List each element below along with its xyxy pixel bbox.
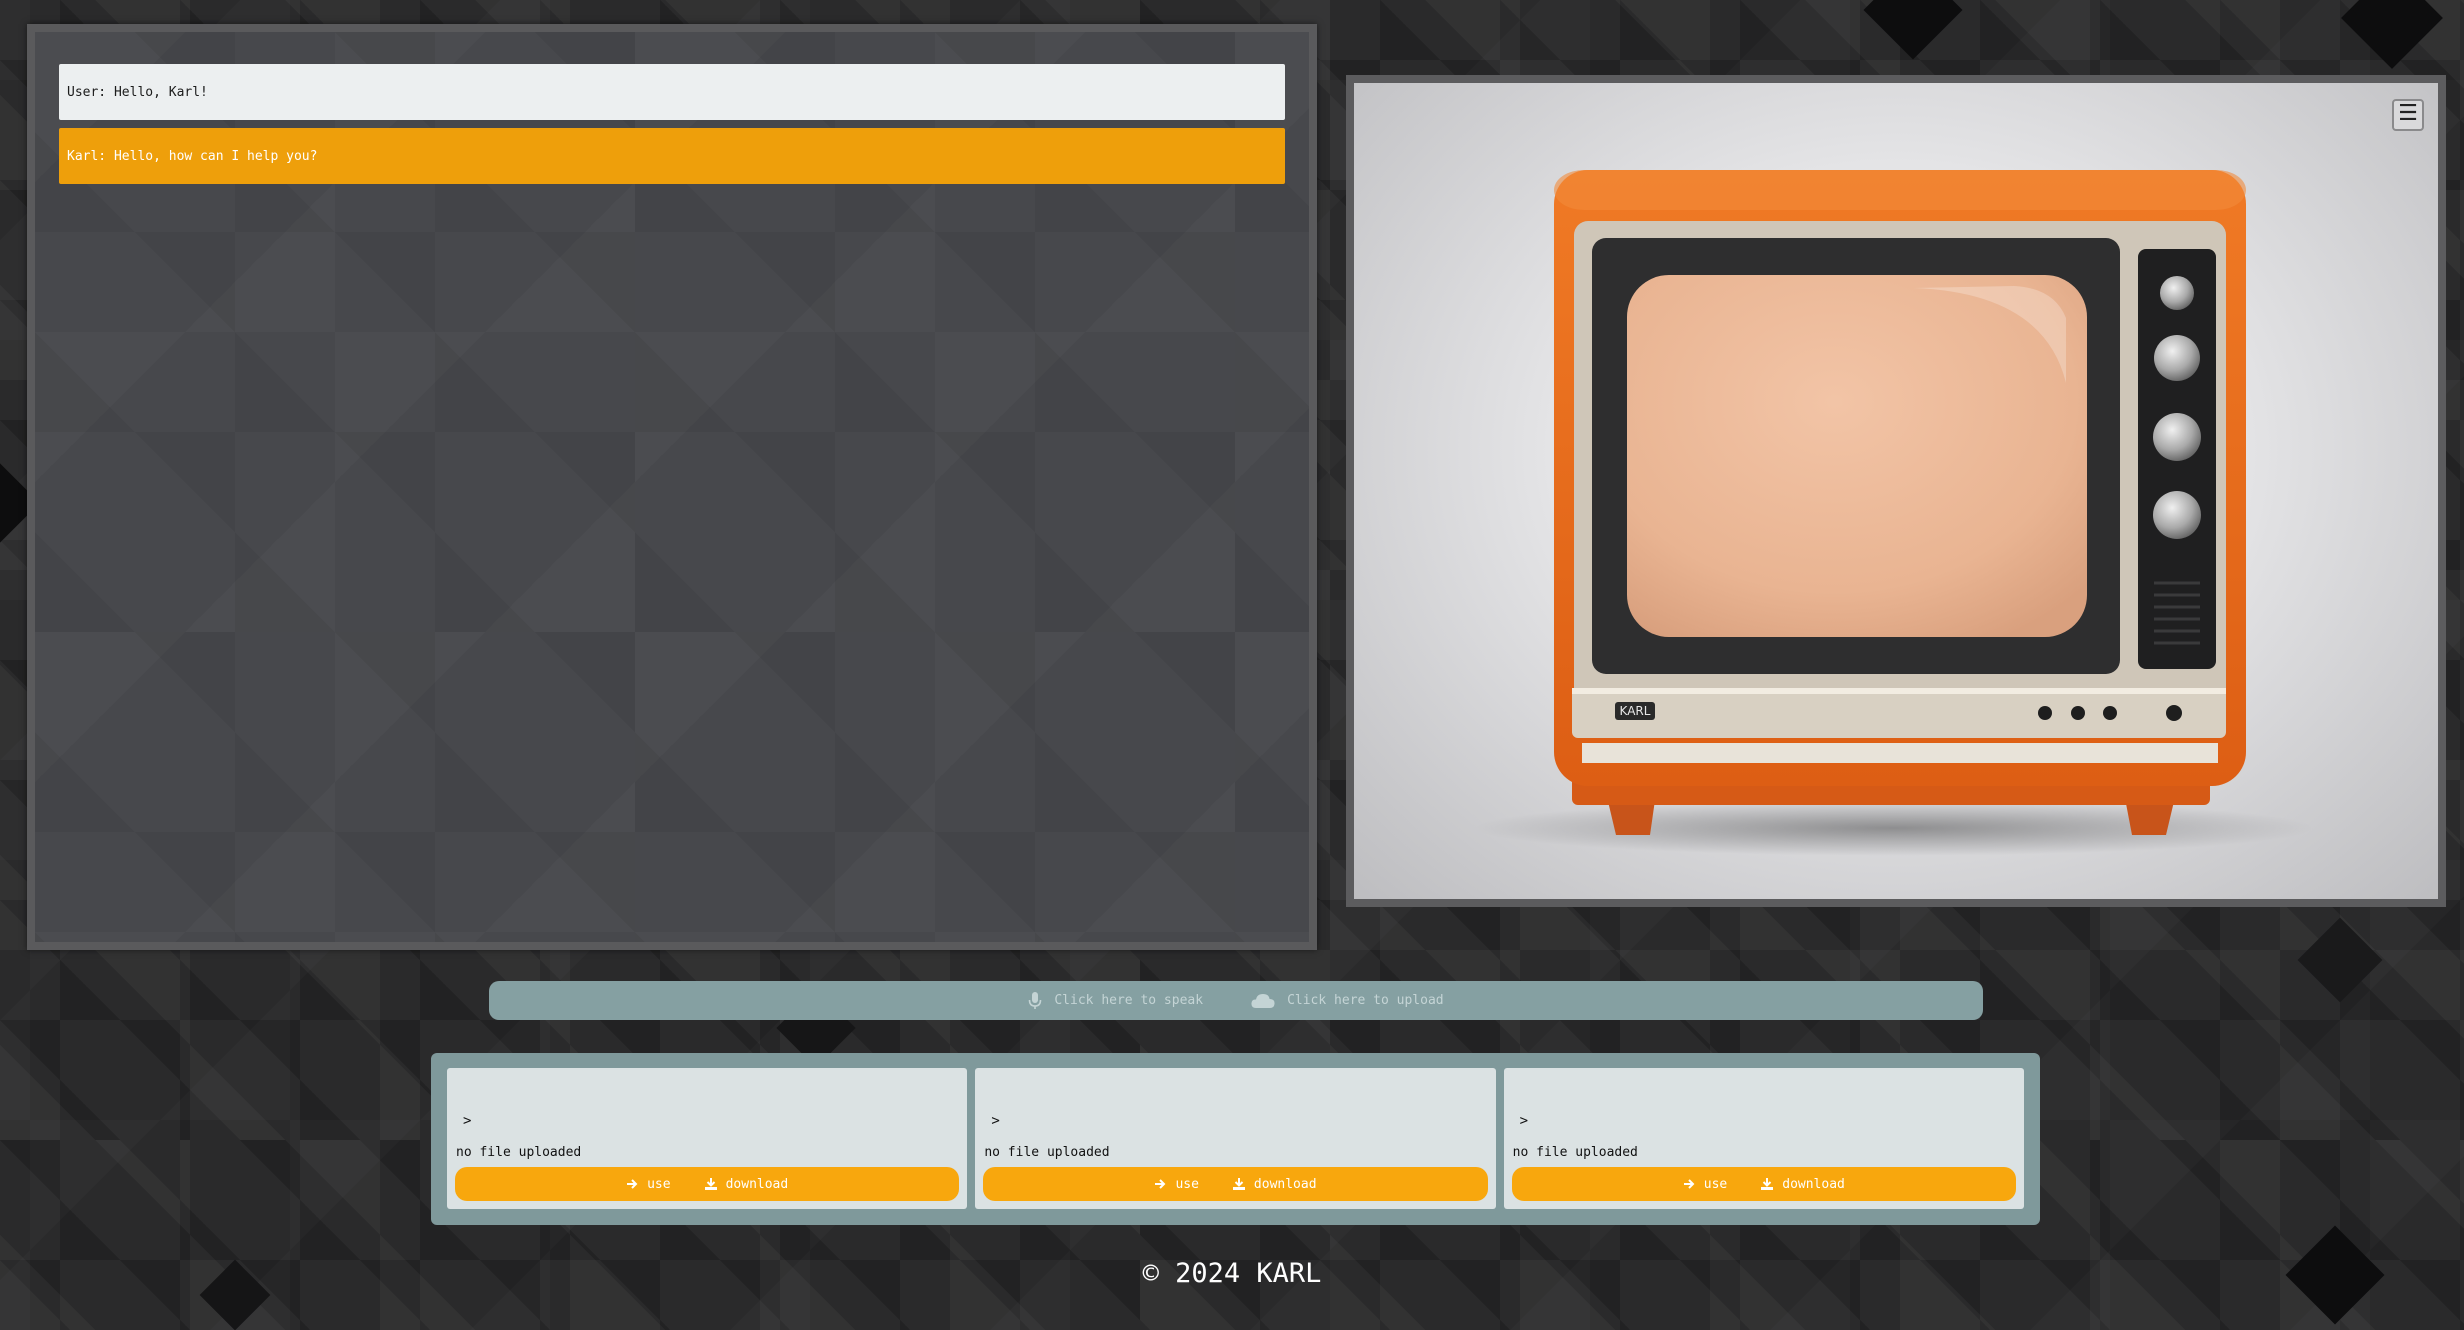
download-icon [1232,1178,1245,1190]
download-button[interactable]: download [704,1176,789,1192]
chat-message-text: User: Hello, Karl! [67,84,208,100]
download-icon [704,1178,717,1190]
file-prompt: > [1519,1113,1529,1129]
cloud-upload-icon [1251,993,1275,1008]
speak-label: Click here to speak [1054,993,1204,1008]
use-label: use [647,1176,671,1192]
download-button[interactable]: download [1761,1177,1845,1192]
file-status: no file uploaded [456,1145,582,1160]
files-panel: > no file uploaded use download > no fil… [431,1053,2040,1225]
use-label: use [1703,1176,1728,1192]
upload-button[interactable]: Click here to upload [1251,993,1444,1009]
chat-message-user: User: Hello, Karl! [59,64,1285,120]
use-label: use [1175,1176,1199,1192]
chat-panel: User: Hello, Karl! Karl: Hello, how can … [27,24,1317,950]
download-label: download [1782,1176,1845,1192]
tv-image-panel: KARL ☰ [1346,75,2446,907]
background-diamond [2341,0,2443,69]
file-card: > no file uploaded use download [975,1068,1496,1209]
chat-message-text: Karl: Hello, how can I help you? [67,148,318,164]
download-label: download [1253,1176,1317,1192]
use-button[interactable]: use [1683,1177,1727,1192]
footer-copyright: © 2024 KARL [1142,1258,1322,1289]
background-diamond [1863,0,1963,60]
arrow-right-icon [627,1179,638,1189]
file-prompt: > [991,1113,1000,1129]
retro-tv-illustration: KARL [1474,170,2314,856]
file-action-bar: use download [1511,1167,2016,1201]
chat-message-karl: Karl: Hello, how can I help you? [59,128,1285,184]
upload-label: Click here to upload [1287,993,1444,1008]
use-button[interactable]: use [1154,1176,1199,1192]
use-button[interactable]: use [626,1176,671,1192]
speak-button[interactable]: Click here to speak [1028,991,1204,1010]
background-diamond [2297,917,2383,1003]
file-status: no file uploaded [1512,1145,1638,1160]
file-status: no file uploaded [984,1145,1110,1160]
download-button[interactable]: download [1232,1176,1317,1192]
menu-button[interactable]: ☰ [2392,99,2424,131]
tv-brand-label: KARL [1620,704,1651,718]
input-bar: Click here to speak Click here to upload [489,981,1983,1020]
file-prompt: > [463,1113,472,1129]
arrow-right-icon [1155,1179,1166,1189]
file-card: > no file uploaded use download [447,1068,968,1209]
file-card: > no file uploaded use download [1503,1068,2024,1209]
download-label: download [725,1176,789,1192]
microphone-icon [1029,991,1042,1009]
download-icon [1761,1178,1774,1190]
file-action-bar: use download [455,1167,960,1201]
arrow-right-icon [1683,1179,1695,1189]
file-action-bar: use download [983,1167,1488,1201]
